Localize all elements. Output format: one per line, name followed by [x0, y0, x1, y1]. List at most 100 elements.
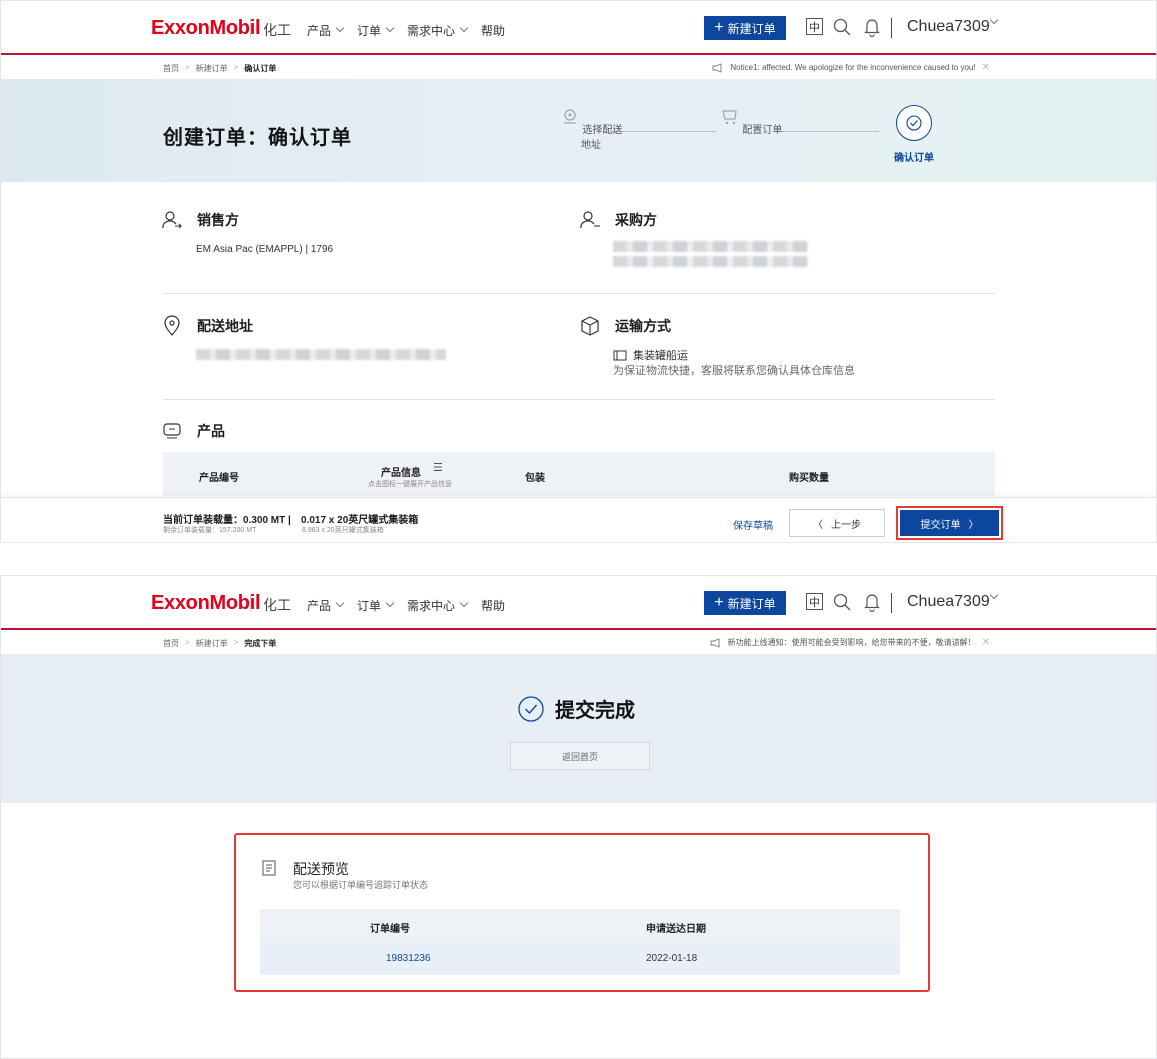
main-nav: 化工 产品 订单 需求中心 帮助: [263, 595, 505, 615]
header-divider: [250, 19, 251, 37]
nav-demand-center[interactable]: 需求中心: [407, 595, 469, 615]
search-icon[interactable]: [833, 593, 851, 611]
col-order-no: 订单编号: [370, 924, 410, 935]
close-icon[interactable]: ✕: [982, 637, 990, 648]
user-menu[interactable]: Chuea7309: [907, 18, 990, 36]
nav-help[interactable]: 帮助: [481, 20, 505, 40]
notice-banner: Notice1: affected. We apologize for the …: [712, 62, 990, 73]
current-load: 当前订单装载量：0.300 MT |: [163, 515, 291, 526]
step-banner: 创建订单：确认订单 选择配送地址 配置订单 确认订单: [1, 79, 1156, 182]
breadcrumb-new-order[interactable]: 新建订单: [196, 638, 228, 649]
new-order-button[interactable]: + 新建订单: [704, 16, 786, 40]
check-circle-icon: [518, 695, 544, 722]
chevron-down-icon: [385, 23, 395, 33]
nav-orders[interactable]: 订单: [357, 20, 395, 40]
container-remaining: 8.983 x 20英尺罐式集装箱: [302, 527, 384, 534]
divider: [163, 293, 995, 294]
search-icon[interactable]: [833, 18, 851, 36]
nav-chemical[interactable]: 化工: [263, 20, 291, 40]
breadcrumb-current: 完成下单: [244, 639, 277, 648]
language-switch[interactable]: 中: [806, 593, 823, 610]
location-pin-icon: [164, 315, 180, 336]
save-draft-button[interactable]: 保存草稿: [733, 517, 773, 532]
plus-icon: +: [714, 594, 724, 611]
page-title: 创建订单：确认订单: [163, 127, 352, 149]
plus-icon: +: [714, 19, 724, 36]
back-home-button[interactable]: 返回首页: [510, 742, 650, 770]
user-menu[interactable]: Chuea7309: [907, 593, 990, 611]
exxonmobil-logo[interactable]: ExxonMobil: [151, 17, 261, 40]
chevron-down-icon: [459, 23, 469, 33]
container-icon: [613, 350, 627, 360]
chevron-down-icon: [335, 598, 345, 608]
location-icon: [563, 109, 576, 124]
chevron-down-icon[interactable]: [989, 590, 999, 600]
user-minus-icon: [580, 211, 600, 229]
megaphone-icon: [712, 62, 722, 73]
check-circle-icon: [896, 105, 932, 141]
shipping-method: 集装罐船运: [613, 347, 688, 363]
nav-products[interactable]: 产品: [307, 20, 345, 40]
breadcrumb-bar: 首页 > 新建订单 > 完成下单 新功能上线通知：使用可能会受到影响，给您带来的不便…: [1, 634, 1156, 652]
language-switch[interactable]: 中: [806, 18, 823, 35]
col-packaging: 包装: [525, 473, 545, 484]
step-select-address: 选择配送地址: [556, 107, 626, 151]
col-delivery-date: 申请送达日期: [646, 924, 706, 935]
previous-step-button[interactable]: 〈上一步: [789, 509, 885, 537]
top-header: ExxonMobil 化工 产品 订单 需求中心 帮助 + 新建订单 中 Chue…: [1, 1, 1156, 55]
remaining-load: 剩余订单装载量：157.200 MT: [163, 527, 257, 534]
breadcrumb-separator: >: [185, 638, 190, 647]
breadcrumb-separator: >: [233, 63, 239, 72]
nav-products[interactable]: 产品: [307, 595, 345, 615]
notice-text: 新功能上线通知：使用可能会受到影响，给您带来的不便，敬请谅解！: [727, 638, 976, 647]
chevron-left-icon: 〈: [813, 519, 823, 531]
step-configure-order: 配置订单: [719, 107, 783, 136]
nav-chemical[interactable]: 化工: [263, 595, 291, 615]
container-usage: 0.017 x 20英尺罐式集装箱: [301, 515, 419, 526]
user-arrow-icon: [162, 211, 182, 229]
order-complete-screen: ExxonMobil 化工 产品 订单 需求中心 帮助 + 新建订单 中 Chue…: [0, 575, 1157, 1059]
shipping-note: 为保证物流快捷，客服将联系您确认具体仓库信息: [613, 365, 855, 377]
main-nav: 化工 产品 订单 需求中心 帮助: [263, 20, 505, 40]
breadcrumb: 首页 > 新建订单 > 确认订单: [163, 63, 276, 74]
table-row: 19831236 2022-01-18: [260, 942, 900, 975]
buyer-heading: 采购方: [579, 209, 657, 231]
new-order-button[interactable]: + 新建订单: [704, 591, 786, 615]
notice-banner: 新功能上线通知：使用可能会受到影响，给您带来的不便，敬请谅解！ ✕: [710, 637, 990, 648]
seller-heading: 销售方: [161, 209, 239, 231]
submit-highlight: 提交订单〉: [896, 506, 1003, 540]
header-divider: [250, 594, 251, 612]
col-product-no: 产品编号: [199, 473, 239, 484]
notice-text: Notice1: affected. We apologize for the …: [730, 63, 976, 72]
breadcrumb-current: 确认订单: [244, 64, 277, 73]
order-footer: 当前订单装载量：0.300 MT | 剩余订单装载量：157.200 MT 0.…: [1, 497, 1156, 542]
step-confirm-order: 确认订单: [878, 105, 950, 164]
shipping-heading: 运输方式: [579, 315, 671, 337]
breadcrumb-bar: 首页 > 新建订单 > 确认订单 Notice1: affected. We apo…: [1, 59, 1156, 77]
chevron-down-icon[interactable]: [989, 15, 999, 25]
nav-orders[interactable]: 订单: [357, 595, 395, 615]
completion-title: 提交完成: [517, 694, 635, 723]
nav-demand-center[interactable]: 需求中心: [407, 20, 469, 40]
exxonmobil-logo[interactable]: ExxonMobil: [151, 592, 261, 615]
document-icon: [262, 860, 276, 876]
products-table-header: 产品编号 产品信息 ☰ 点击图标一键展开产品信息 包装 购买数量: [163, 452, 995, 496]
breadcrumb-home[interactable]: 首页: [163, 63, 179, 74]
header-divider: [891, 593, 892, 613]
breadcrumb-new-order[interactable]: 新建订单: [196, 63, 228, 74]
chevron-down-icon: [385, 598, 395, 608]
breadcrumb-home[interactable]: 首页: [163, 638, 179, 649]
order-number-link[interactable]: 19831236: [386, 953, 431, 964]
preview-subtitle: 您可以根据订单编号追踪订单状态: [293, 880, 429, 890]
col-product-info: 产品信息: [381, 468, 421, 479]
breadcrumb: 首页 > 新建订单 > 完成下单: [163, 638, 276, 649]
preview-table: 订单编号 申请送达日期 19831236 2022-01-18: [260, 909, 900, 975]
close-icon[interactable]: ✕: [982, 62, 990, 73]
expand-list-icon[interactable]: ☰: [433, 461, 443, 474]
bell-icon[interactable]: [863, 17, 881, 37]
bell-icon[interactable]: [863, 592, 881, 612]
submit-order-button[interactable]: 提交订单〉: [900, 510, 999, 536]
chevron-down-icon: [335, 23, 345, 33]
nav-help[interactable]: 帮助: [481, 595, 505, 615]
breadcrumb-separator: >: [233, 638, 239, 647]
